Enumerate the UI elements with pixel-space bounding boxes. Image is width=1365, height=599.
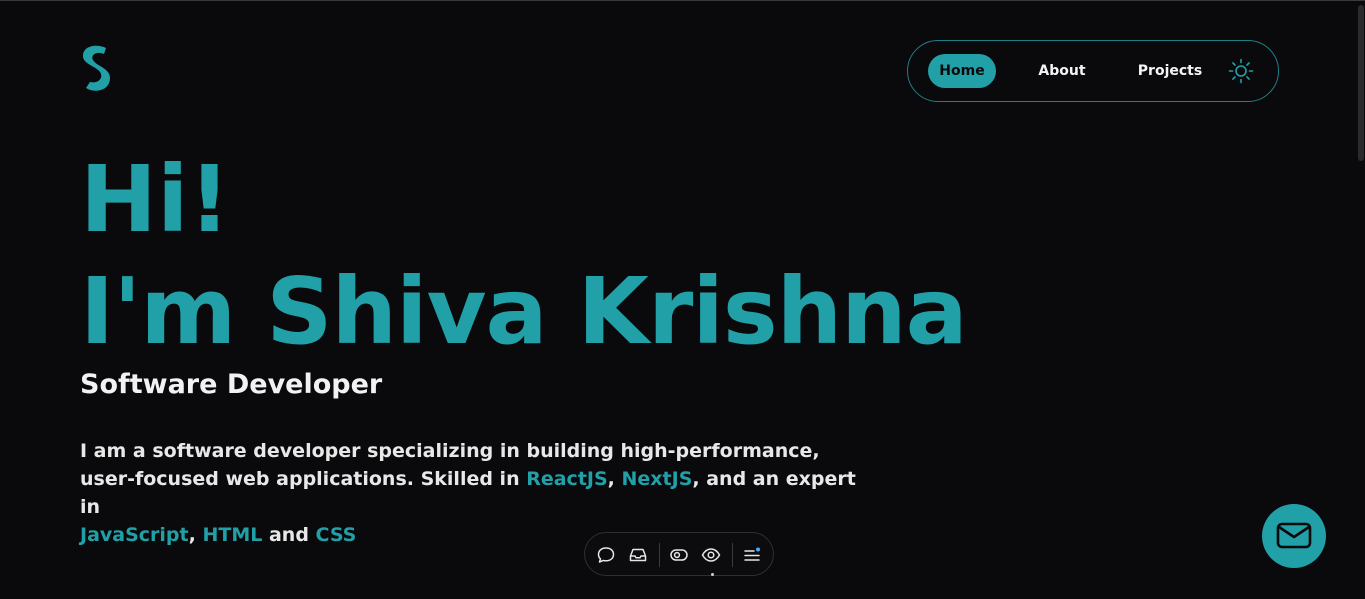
toggle-visibility-icon[interactable]	[668, 544, 690, 566]
toolbar-indicator-dot	[711, 573, 714, 576]
page-scrollbar[interactable]	[1357, 1, 1365, 599]
menu-icon[interactable]	[741, 544, 763, 566]
comment-icon[interactable]	[595, 544, 617, 566]
eye-icon[interactable]	[700, 544, 722, 566]
toolbar-divider	[732, 543, 733, 567]
skill-reactjs: ReactJS	[526, 468, 608, 490]
bio-text: ,	[607, 468, 622, 490]
mail-icon	[1276, 522, 1312, 549]
bio-text: ,	[188, 524, 203, 546]
inbox-icon[interactable]	[627, 544, 649, 566]
hero-role: Software Developer	[80, 369, 383, 400]
contact-mail-button[interactable]	[1262, 504, 1326, 568]
hero-greeting: Hi!	[80, 146, 231, 253]
nav-projects-link[interactable]: Projects	[1130, 54, 1210, 88]
hero-name: I'm Shiva Krishna	[80, 258, 968, 365]
nav-home-link[interactable]: Home	[928, 54, 996, 88]
bio-text: and	[262, 524, 316, 546]
s-logo-icon[interactable]	[78, 42, 114, 94]
skill-nextjs: NextJS	[621, 468, 693, 490]
nav-about-link[interactable]: About	[1026, 54, 1098, 88]
toolbar-divider	[659, 543, 660, 567]
sun-icon[interactable]	[1228, 58, 1254, 84]
main-navigation: Home About Projects	[907, 40, 1279, 102]
window-top-border	[0, 0, 1365, 1]
skill-css: CSS	[315, 524, 357, 546]
skill-javascript: JavaScript	[80, 524, 189, 546]
skill-html: HTML	[202, 524, 263, 546]
hero-bio: I am a software developer specializing i…	[80, 437, 880, 549]
floating-toolbar	[584, 532, 774, 576]
scrollbar-thumb[interactable]	[1358, 5, 1364, 161]
